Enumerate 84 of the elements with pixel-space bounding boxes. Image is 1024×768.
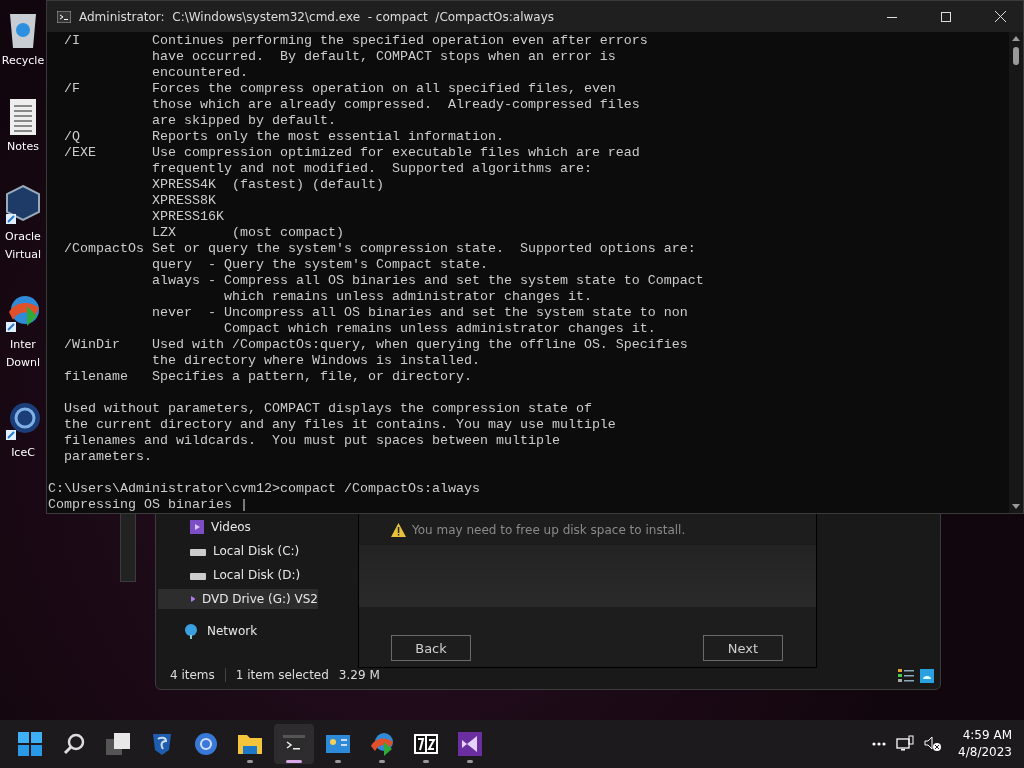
network-icon[interactable] [896,735,915,753]
console-line: /Q Reports only the most essential information. [63,129,504,145]
circular-logo-icon [5,400,41,442]
nav-label: Network [207,624,258,638]
console-line: parameters. [63,449,152,465]
close-icon [994,11,1006,22]
more-icon[interactable] [872,742,887,746]
search-icon [62,732,86,756]
console-line: Compact which remains unless administrator changes it. [222,321,656,337]
terminal-icon [283,735,305,753]
console-line: always - Compress all OS binaries and set the system state to Compact [150,273,704,289]
folder-icon [237,733,263,755]
speaker-muted-icon[interactable] [924,735,943,753]
drive-icon [190,546,206,556]
window-title: Administrator: C:\Windows\system32\cmd.exe - compact /CompactOs:always [79,9,556,24]
desktop-icon-label[interactable]: Recycle [1,54,45,68]
desktop-icon-label[interactable]: Notes [7,140,39,154]
browser-circle-icon [194,732,218,756]
tiles-view-icon[interactable] [920,669,934,683]
nav-label: Local Disk (C:) [213,544,300,558]
nav-label: DVD Drive (G:) VS2 [201,592,318,606]
video-folder-icon [190,520,204,534]
nav-item[interactable]: Videos [158,517,318,537]
nav-item[interactable]: Local Disk (D:) [158,565,318,585]
console-line: are skipped by default. [150,113,336,129]
desktop-icon-label[interactable]: IceC [11,446,35,460]
console-line: query - Query the system's Compact state. [150,257,488,273]
clock[interactable]: 4:59 AM 4/8/2023 [952,727,1012,761]
console-line: XPRESS8K [150,193,216,209]
console-line: /EXE Use compression optimized for executable files which are read [63,145,640,161]
nav-item[interactable]: Local Disk (C:) [158,541,318,561]
dialog-button[interactable]: Back [391,635,471,661]
scroll-thumb[interactable] [1013,47,1019,65]
console-line: Compressing OS binaries | [48,497,248,513]
drive-icon [190,570,206,580]
console-line: /F Forces the compress operation on all specified files, even [63,81,616,97]
console-line: LZX (most compact) [150,225,344,241]
cube-icon [5,184,41,226]
overlapping-squares-icon [106,733,130,755]
console-line: /I Continues performing the specified operation even after errors [63,33,648,49]
nav-label: Local Disk (D:) [213,568,301,582]
scroll-up-icon[interactable] [1012,36,1020,41]
console-line: filenames and wildcards. You must put spaces between multiple [63,433,560,449]
scrollbar[interactable] [1009,32,1023,513]
console-line: those which are already compressed. Already-compressed files [150,97,640,113]
desktop-icon-label[interactable]: Virtual [5,248,41,262]
archive-logo-icon [414,734,438,754]
dialog-button[interactable]: Next [703,635,783,661]
nav-item[interactable]: DVD Drive (G:) VS2 [158,589,318,609]
console-line: XPRESS4K (fastest) (default) [150,177,384,193]
console-line: filename Specifies a pattern, file, or directory. [63,369,472,385]
desktop-icon-label[interactable]: Inter [10,338,36,352]
terminal-icon [57,10,71,23]
status-text: 3.29 M [338,668,380,682]
status-text: 1 item selected [235,668,329,682]
console-line: which remains unless administrator changes it. [222,289,592,305]
console-line: XPRESS16K [150,209,224,225]
taskbar-app-button[interactable] [274,724,314,764]
console-line: frequently and not modified. Supported algorithms are: [150,161,592,177]
status-text: 4 items [170,668,215,682]
windows-logo-icon [18,732,42,756]
warning-icon [391,523,406,537]
shield-logo-icon [151,732,173,756]
console-line: C:\Users\Administrator\cvm12>compact /CompactOs:always [48,481,480,497]
details-view-icon[interactable] [898,669,914,683]
nav-label: Videos [211,520,251,534]
globe-arrow-icon [369,732,395,756]
warning-text: You may need to free up disk space to install. [412,523,686,537]
console-line: the current directory and any files it contains. You may use multiple [63,417,616,433]
desktop-icon-label[interactable]: Oracle [5,230,41,244]
console-line: /CompactOs Set or query the system's compression state. Supported options are: [63,241,696,257]
document-icon [9,98,37,136]
console-line: /WinDir Used with /CompactOs:query, when querying the offline OS. Specifies [63,337,688,353]
console-line: have occurred. By default, COMPACT stops when an error is [150,49,616,65]
maximize-icon [941,11,951,22]
remote-panel-icon [326,735,350,753]
nav-item[interactable]: Network [158,621,318,641]
console-line: Used without parameters, COMPACT displays the compression state of [63,401,592,417]
desktop-icon-label[interactable]: Downl [5,356,41,370]
network-globe-icon [182,623,200,639]
console-line: never - Uncompress all OS binaries and set the system state to non [150,305,688,321]
console-line: the directory where Windows is installed. [150,353,480,369]
scroll-down-icon[interactable] [1012,504,1020,509]
console-line: encountered. [150,65,248,81]
